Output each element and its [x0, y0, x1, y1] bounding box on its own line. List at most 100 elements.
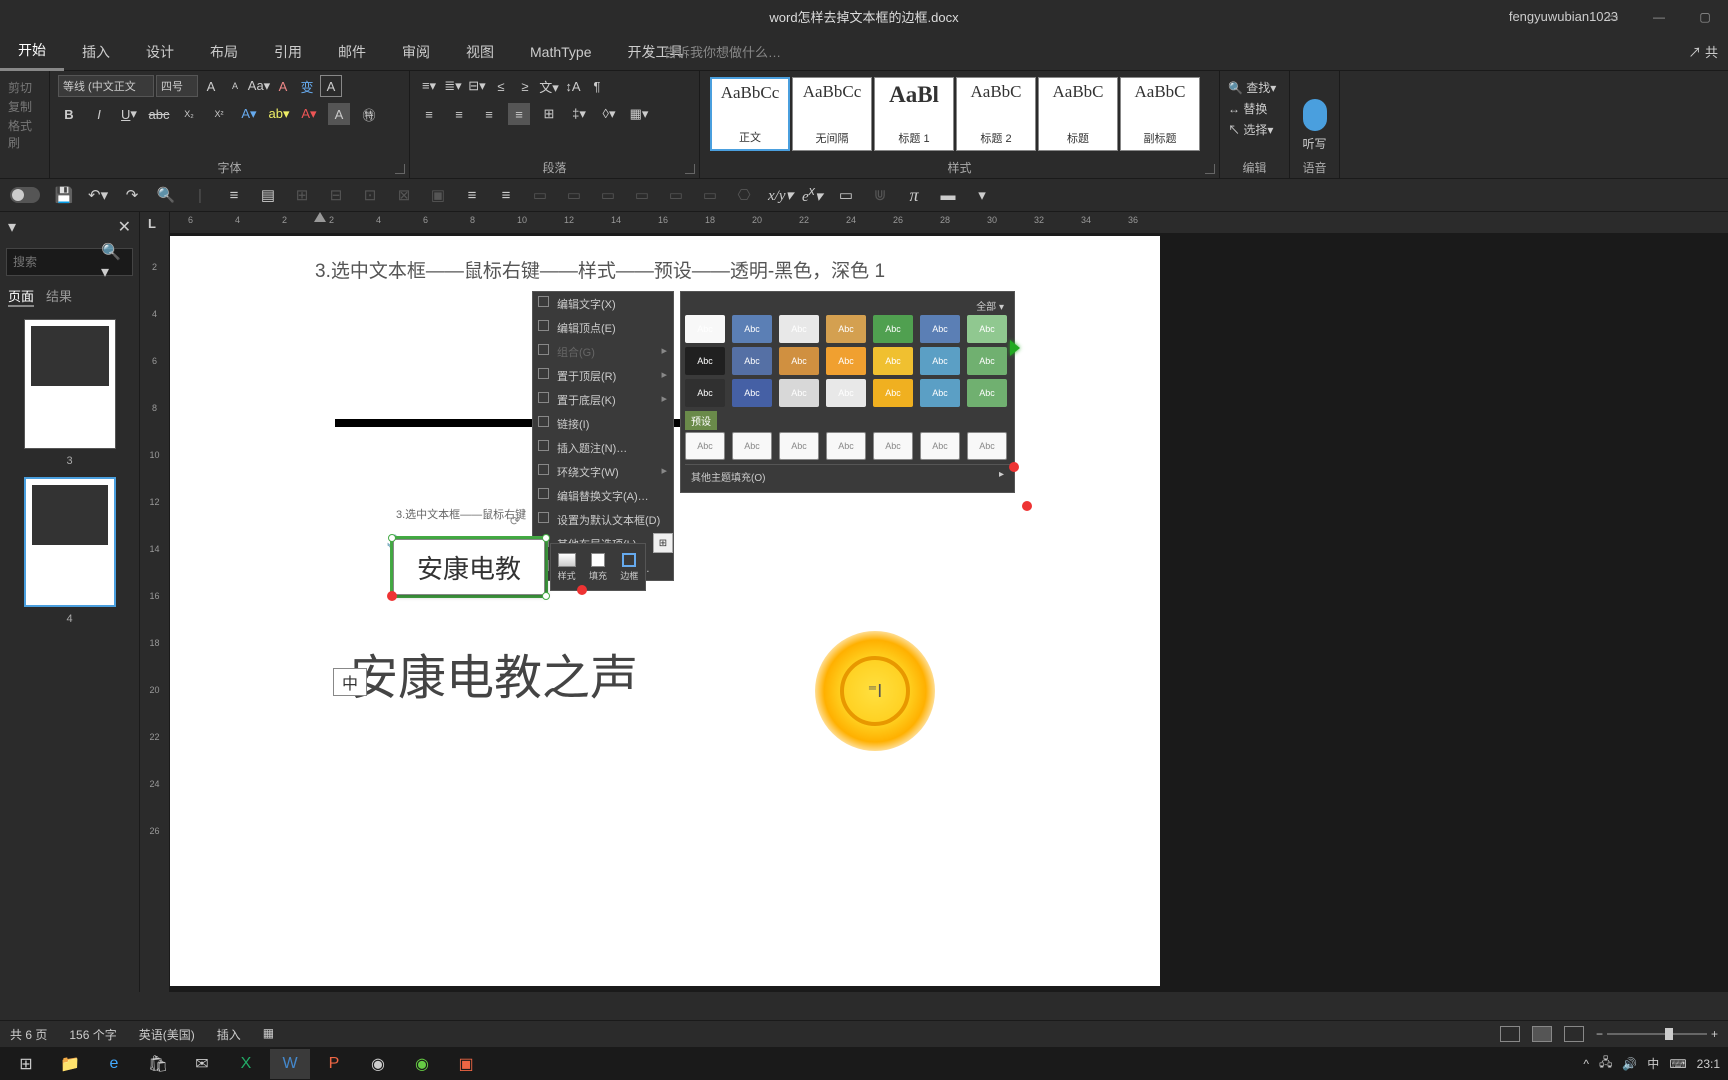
font-color-icon[interactable]: A▾: [298, 103, 320, 125]
decrease-indent-icon[interactable]: ≤: [490, 75, 512, 97]
selected-textbox[interactable]: 安康电教: [390, 536, 548, 598]
preset-swatch[interactable]: Abc: [779, 315, 819, 343]
tab-home[interactable]: 开始: [0, 33, 64, 71]
preset-swatch[interactable]: Abc: [732, 432, 772, 460]
tab-mathtype[interactable]: MathType: [512, 33, 609, 71]
tab-design[interactable]: 设计: [128, 33, 192, 71]
context-menu-item[interactable]: 编辑替换文字(A)…: [533, 484, 673, 508]
align-center-icon[interactable]: ≡: [496, 187, 516, 204]
rotate-handle-icon[interactable]: ⟳: [510, 514, 520, 528]
search-icon[interactable]: 🔍▾: [101, 242, 126, 282]
font-name-select[interactable]: 等线 (中文正文: [58, 75, 154, 97]
preset-swatch[interactable]: Abc: [732, 315, 772, 343]
style-card[interactable]: AaBbCc无间隔: [792, 77, 872, 151]
enclosed-char-icon[interactable]: ㊕: [358, 103, 380, 125]
zoom-out-icon[interactable]: −: [1596, 1027, 1603, 1041]
preset-swatch[interactable]: Abc: [685, 379, 725, 407]
context-menu-item[interactable]: 设置为默认文本框(D): [533, 508, 673, 532]
context-menu-item[interactable]: 环绕文字(W)▸: [533, 460, 673, 484]
resize-handle[interactable]: [542, 534, 550, 542]
redo-icon[interactable]: ↷: [122, 186, 142, 204]
tab-review[interactable]: 审阅: [384, 33, 448, 71]
preset-swatch[interactable]: Abc: [685, 347, 725, 375]
preset-swatch[interactable]: Abc: [779, 379, 819, 407]
qat-icon[interactable]: ▣: [428, 186, 448, 204]
preset-swatch[interactable]: Abc: [826, 432, 866, 460]
underline-icon[interactable]: U▾: [118, 103, 140, 125]
nav-tab-results[interactable]: 结果: [46, 286, 72, 307]
preset-swatch[interactable]: Abc: [920, 379, 960, 407]
highlight-icon[interactable]: ab▾: [268, 103, 290, 125]
network-icon[interactable]: 🖧: [1599, 1053, 1612, 1074]
phonetic-icon[interactable]: 变: [296, 75, 318, 97]
qat-icon[interactable]: ▬: [938, 187, 958, 204]
indent-marker[interactable]: [314, 212, 326, 222]
language[interactable]: 英语(美国): [139, 1026, 195, 1043]
close-icon[interactable]: ✕: [118, 217, 131, 237]
grow-font-icon[interactable]: A: [200, 75, 222, 97]
preset-swatch[interactable]: Abc: [920, 432, 960, 460]
change-case-icon[interactable]: Aa▾: [248, 75, 270, 97]
numbering-icon[interactable]: ≣▾: [442, 75, 464, 97]
qat-icon[interactable]: ⎔: [734, 186, 754, 204]
explorer-icon[interactable]: 📁: [50, 1049, 90, 1079]
borders-icon[interactable]: ▦▾: [628, 103, 650, 125]
app-icon[interactable]: ▣: [446, 1049, 486, 1079]
font-size-select[interactable]: 四号: [156, 75, 198, 97]
read-mode-icon[interactable]: [1500, 1026, 1520, 1042]
bullets-icon[interactable]: ≡▾: [418, 75, 440, 97]
pi-icon[interactable]: π: [904, 185, 924, 206]
cut-button[interactable]: 剪切: [8, 79, 41, 96]
copy-button[interactable]: 复制: [8, 98, 41, 115]
chrome-icon[interactable]: ◉: [358, 1049, 398, 1079]
page-count[interactable]: 共 6 页: [10, 1026, 47, 1043]
tab-layout[interactable]: 布局: [192, 33, 256, 71]
store-icon[interactable]: 🛍: [138, 1049, 178, 1079]
print-preview-icon[interactable]: 🔍: [156, 186, 176, 204]
exponent-icon[interactable]: ex▾: [802, 184, 822, 206]
vertical-ruler[interactable]: L 2468101214161820222426: [140, 212, 170, 992]
clear-format-icon[interactable]: A: [272, 75, 294, 97]
find-button[interactable]: 🔍 查找▾: [1228, 79, 1281, 96]
keyboard-icon[interactable]: ⌨: [1669, 1057, 1686, 1071]
nav-search[interactable]: 🔍▾: [6, 248, 133, 276]
resize-handle[interactable]: [542, 592, 550, 600]
volume-icon[interactable]: 🔊: [1622, 1057, 1637, 1071]
undo-icon[interactable]: ↶▾: [88, 186, 108, 204]
preset-swatch[interactable]: Abc: [967, 347, 1007, 375]
powerpoint-icon[interactable]: P: [314, 1049, 354, 1079]
qat-icon[interactable]: ⊠: [394, 186, 414, 204]
save-icon[interactable]: 💾: [54, 186, 74, 204]
select-button[interactable]: ↖ 选择▾: [1228, 121, 1281, 138]
style-card[interactable]: AaBbC副标题: [1120, 77, 1200, 151]
char-shade-icon[interactable]: A: [328, 103, 350, 125]
nav-dropdown-icon[interactable]: ▾: [8, 217, 16, 237]
qat-toggle[interactable]: [10, 187, 40, 203]
tell-me-search[interactable]: ♀ 告诉我你想做什么…: [644, 42, 781, 61]
share-button[interactable]: ↗ 共: [1688, 42, 1718, 61]
layout-options-icon[interactable]: ⊞: [653, 533, 673, 553]
tab-mail[interactable]: 邮件: [320, 33, 384, 71]
qat-icon[interactable]: ▭: [700, 186, 720, 204]
para-dialog-icon[interactable]: [685, 164, 695, 174]
justify-icon[interactable]: ≡: [508, 103, 530, 125]
bold-icon[interactable]: B: [58, 103, 80, 125]
increase-indent-icon[interactable]: ≥: [514, 75, 536, 97]
align-right-icon[interactable]: ≡: [478, 103, 500, 125]
word-icon[interactable]: W: [270, 1049, 310, 1079]
preset-swatch[interactable]: Abc: [826, 347, 866, 375]
align-left-icon[interactable]: ≡: [418, 103, 440, 125]
preset-swatch[interactable]: Abc: [920, 347, 960, 375]
word-count[interactable]: 156 个字: [69, 1026, 116, 1043]
style-card[interactable]: AaBbCc正文: [710, 77, 790, 151]
preset-swatch[interactable]: Abc: [685, 315, 725, 343]
subscript-icon[interactable]: X₂: [178, 103, 200, 125]
context-menu-item[interactable]: 置于顶层(R)▸: [533, 364, 673, 388]
context-menu-item[interactable]: 链接(I): [533, 412, 673, 436]
mini-fill[interactable]: 填充: [582, 544, 613, 590]
preset-swatch[interactable]: Abc: [873, 432, 913, 460]
char-border-icon[interactable]: A: [320, 75, 342, 97]
preset-swatch[interactable]: Abc: [873, 379, 913, 407]
edge-icon[interactable]: e: [94, 1049, 134, 1079]
preset-swatch[interactable]: Abc: [732, 379, 772, 407]
